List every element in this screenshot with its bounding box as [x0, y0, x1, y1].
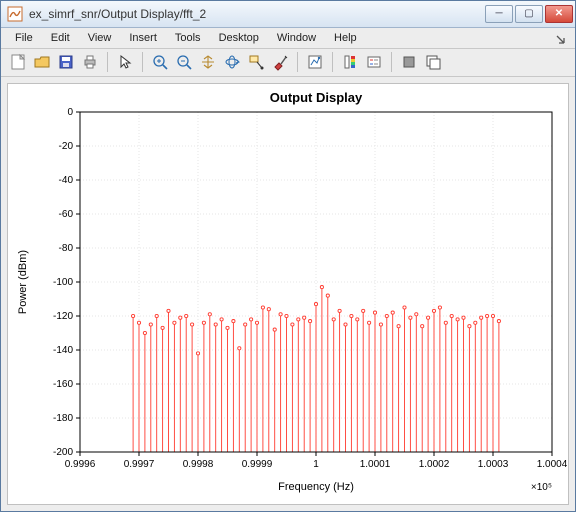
menu-file[interactable]: File	[7, 30, 41, 46]
svg-text:-200: -200	[53, 447, 73, 458]
titlebar: ex_simrf_snr/Output Display/fft_2 ─ ▢ ✕	[1, 1, 575, 28]
menu-window[interactable]: Window	[269, 30, 324, 46]
menu-view[interactable]: View	[80, 30, 120, 46]
svg-text:0.9999: 0.9999	[242, 459, 273, 470]
menu-edit[interactable]: Edit	[43, 30, 78, 46]
toolbar-separator	[142, 52, 143, 72]
svg-text:0: 0	[67, 107, 73, 118]
app-icon	[7, 6, 23, 22]
plot-canvas[interactable]: 0.9996 0.9997 0.9998 0.9999 1 1.0001 1.0002 1.0…	[7, 83, 569, 505]
legend-icon[interactable]	[363, 51, 385, 73]
save-icon[interactable]	[55, 51, 77, 73]
svg-text:-120: -120	[53, 311, 73, 322]
svg-text:-20: -20	[59, 141, 74, 152]
menubar: File Edit View Insert Tools Desktop Wind…	[1, 28, 575, 49]
svg-text:-100: -100	[53, 277, 73, 288]
menu-desktop[interactable]: Desktop	[211, 30, 267, 46]
figure-area: 0.9996 0.9997 0.9998 0.9999 1 1.0001 1.0002 1.0…	[1, 77, 575, 511]
toolbar-separator	[332, 52, 333, 72]
data-series	[132, 286, 501, 453]
window-title: ex_simrf_snr/Output Display/fft_2	[29, 7, 485, 21]
svg-text:0.9997: 0.9997	[124, 459, 155, 470]
figure-window: ex_simrf_snr/Output Display/fft_2 ─ ▢ ✕ …	[0, 0, 576, 512]
pointer-icon[interactable]	[114, 51, 136, 73]
colorbar-icon[interactable]	[339, 51, 361, 73]
svg-text:-180: -180	[53, 413, 73, 424]
rotate3d-icon[interactable]	[221, 51, 243, 73]
zoom-in-icon[interactable]	[149, 51, 171, 73]
svg-text:1.0004: 1.0004	[537, 459, 568, 470]
window-buttons: ─ ▢ ✕	[485, 5, 573, 23]
svg-text:0.9996: 0.9996	[65, 459, 96, 470]
svg-text:1.0002: 1.0002	[419, 459, 450, 470]
dock-icon[interactable]	[555, 31, 569, 45]
svg-text:-40: -40	[59, 175, 74, 186]
xlabel: Frequency (Hz)	[278, 481, 354, 493]
ylabel: Power (dBm)	[17, 250, 29, 314]
new-figure-icon[interactable]	[7, 51, 29, 73]
hide-tools-icon[interactable]	[398, 51, 420, 73]
x-exponent: ×10⁵	[531, 482, 552, 493]
svg-text:1.0003: 1.0003	[478, 459, 509, 470]
toolbar-separator	[391, 52, 392, 72]
svg-text:-140: -140	[53, 345, 73, 356]
print-icon[interactable]	[79, 51, 101, 73]
maximize-button[interactable]: ▢	[515, 5, 543, 23]
brush-icon[interactable]	[269, 51, 291, 73]
show-tools-icon[interactable]	[422, 51, 444, 73]
menu-help[interactable]: Help	[326, 30, 365, 46]
pan-icon[interactable]	[197, 51, 219, 73]
svg-text:-80: -80	[59, 243, 74, 254]
svg-text:0.9998: 0.9998	[183, 459, 214, 470]
menu-tools[interactable]: Tools	[167, 30, 209, 46]
menu-insert[interactable]: Insert	[121, 30, 165, 46]
toolbar-separator	[297, 52, 298, 72]
open-icon[interactable]	[31, 51, 53, 73]
minimize-button[interactable]: ─	[485, 5, 513, 23]
datacursor-icon[interactable]	[245, 51, 267, 73]
svg-text:-160: -160	[53, 379, 73, 390]
close-button[interactable]: ✕	[545, 5, 573, 23]
toolbar-separator	[107, 52, 108, 72]
link-plot-icon[interactable]	[304, 51, 326, 73]
svg-text:1: 1	[313, 459, 319, 470]
plot-svg: 0.9996 0.9997 0.9998 0.9999 1 1.0001 1.0002 1.0…	[8, 84, 568, 504]
toolbar	[1, 49, 575, 78]
plot-title: Output Display	[270, 90, 363, 105]
svg-text:-60: -60	[59, 209, 74, 220]
zoom-out-icon[interactable]	[173, 51, 195, 73]
svg-text:1.0001: 1.0001	[360, 459, 391, 470]
